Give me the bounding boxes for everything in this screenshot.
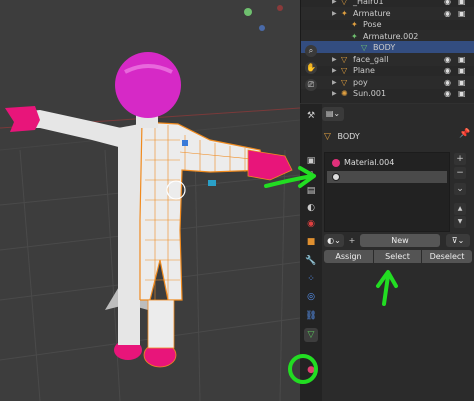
properties-tabs: ⚒ ▣ ⎙ ▤ ◐ ◉ ■ 🔧 ⁘ ◎ ⛓ ▽ ● (300, 104, 322, 401)
deselect-button[interactable]: Deselect (422, 250, 472, 263)
outliner-row[interactable]: ▶ ✺ Sun.001 ◉ ▣ (301, 87, 474, 100)
tab-particles-icon[interactable]: ⁘ (304, 272, 318, 286)
camera-view-icon[interactable]: ⎚ (305, 79, 317, 91)
material-slot-2[interactable] (327, 171, 447, 183)
visibility-eye-icon[interactable]: ◉ (444, 87, 451, 100)
move-slot-up-button[interactable]: ▲ (454, 203, 466, 215)
material-slot-1[interactable]: Material.004 (327, 157, 447, 169)
tab-render-icon[interactable]: ▣ (304, 154, 318, 168)
tab-world-icon[interactable]: ◉ (304, 217, 318, 231)
material-assign-row: Assign Select Deselect (324, 250, 472, 264)
render-camera-icon[interactable]: ▣ (458, 87, 466, 100)
move-slot-down-button[interactable]: ▼ (454, 216, 466, 228)
3d-viewport[interactable] (0, 0, 300, 401)
left-leg (118, 300, 140, 345)
select-button[interactable]: Select (374, 250, 421, 263)
plus-icon[interactable]: + (346, 234, 358, 247)
material-selector-row: ◐⌄ + New ⊽⌄ (324, 234, 472, 248)
filter-icon[interactable]: ⊽⌄ (446, 234, 470, 247)
expand-triangle-icon[interactable]: ▶ (332, 87, 337, 100)
selected-body-mesh (139, 121, 266, 301)
tab-tool-icon[interactable]: ⚒ (304, 109, 318, 123)
material-slot-list[interactable]: Material.004 (324, 152, 450, 232)
nav-gizmo-neg-x[interactable] (277, 5, 283, 11)
left-hand (5, 106, 40, 132)
pin-icon[interactable]: 📌 (459, 129, 470, 139)
material-ball-icon (332, 173, 340, 181)
head (115, 52, 181, 118)
viewport-scene (0, 5, 300, 401)
outliner[interactable]: ▶ ▽ _Hair01 ◉ ▣ ▶ ✦ Armature ◉ ▣ ✦ Pose ✦ Armature.00… (300, 0, 474, 103)
slot-specials-button[interactable]: ⌄ (454, 183, 466, 195)
tab-data-icon[interactable]: ▽ (304, 328, 318, 342)
object-name: BODY (337, 132, 360, 141)
mesh-data-icon: ▽ (324, 132, 331, 142)
tab-modifiers-icon[interactable]: 🔧 (304, 254, 318, 268)
nav-gizmo-y[interactable] (244, 8, 252, 16)
tab-view-layer-icon[interactable]: ▤ (304, 184, 318, 198)
assign-button[interactable]: Assign (324, 250, 373, 263)
zoom-icon[interactable]: ⌕ (305, 45, 317, 57)
tab-output-icon[interactable]: ⎙ (304, 169, 318, 183)
tab-constraints-icon[interactable]: ⛓ (304, 309, 318, 323)
material-ball-icon (332, 159, 340, 167)
tab-object-icon[interactable]: ■ (304, 235, 318, 249)
add-slot-button[interactable]: + (454, 153, 466, 165)
editor-type-button[interactable]: ▤⌄ (322, 107, 344, 121)
tab-scene-icon[interactable]: ◐ (304, 201, 318, 215)
gizmo-z-handle[interactable] (182, 140, 188, 146)
outliner-row-label: Sun.001 (353, 89, 387, 98)
pan-hand-icon[interactable]: ✋ (305, 62, 317, 74)
browse-material-button[interactable]: ◐⌄ (324, 234, 344, 247)
remove-slot-button[interactable]: − (454, 167, 466, 179)
new-material-button[interactable]: New (360, 234, 440, 247)
gizmo-y-handle[interactable] (208, 180, 216, 186)
nav-gizmo-neg-z[interactable] (259, 25, 265, 31)
viewport-nav-tools: ⌕ ✋ ⎚ (300, 0, 322, 103)
tab-physics-icon[interactable]: ◎ (304, 290, 318, 304)
light-icon: ✺ (341, 89, 348, 98)
tab-material-icon[interactable]: ● (304, 363, 318, 377)
object-breadcrumb: ▽ BODY (324, 129, 472, 145)
right-leg (147, 299, 175, 349)
material-slot-name: Material.004 (344, 158, 395, 167)
